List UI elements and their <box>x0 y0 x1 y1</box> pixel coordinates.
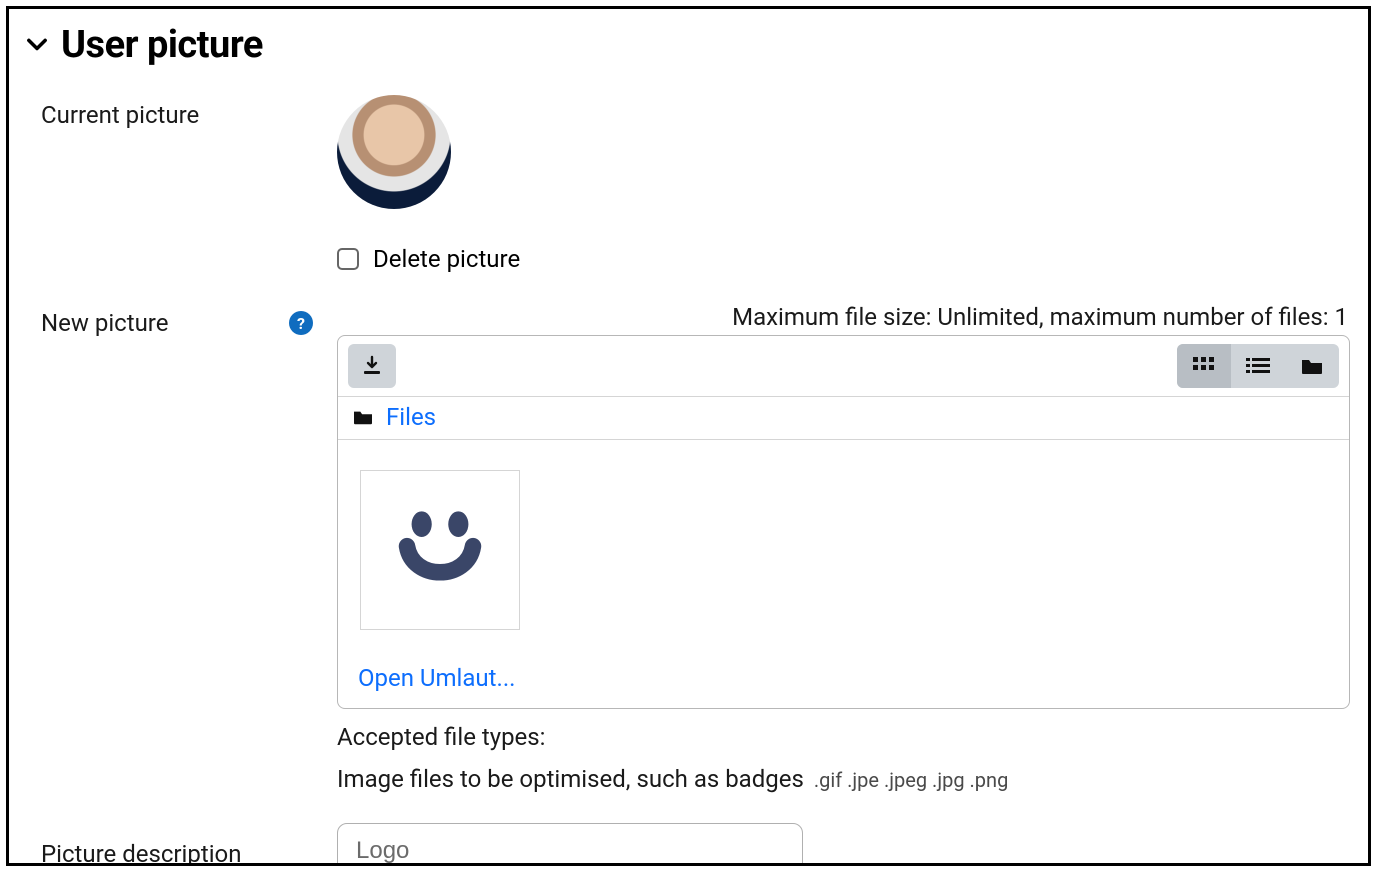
picture-description-content <box>337 823 1350 866</box>
file-picker-toolbar <box>338 336 1349 397</box>
download-icon <box>360 354 384 378</box>
label-new-picture-text: New picture <box>41 309 168 337</box>
file-tile[interactable] <box>360 470 520 630</box>
accepted-types-text: Image files to be optimised, such as bad… <box>337 765 804 793</box>
new-picture-content: Maximum file size: Unlimited, maximum nu… <box>337 303 1350 793</box>
section-header[interactable]: User picture <box>23 23 1350 67</box>
row-current-picture: Current picture Delete picture <box>27 95 1350 273</box>
accepted-types-label: Accepted file types: <box>337 723 1350 751</box>
delete-picture-checkbox[interactable] <box>337 248 359 270</box>
folder-icon <box>1300 356 1324 376</box>
folder-icon <box>352 408 374 426</box>
file-thumbnail-icon <box>385 493 495 607</box>
label-current-picture: Current picture <box>41 95 337 129</box>
grid-icon <box>1192 356 1216 376</box>
help-icon[interactable]: ? <box>289 311 313 335</box>
accepted-types-ext: .gif .jpe .jpeg .jpg .png <box>814 768 1008 792</box>
user-picture-panel: User picture Current picture Delete pict… <box>6 6 1371 866</box>
delete-picture-label: Delete picture <box>373 245 520 273</box>
chevron-down-icon <box>23 31 51 59</box>
delete-picture-row: Delete picture <box>337 245 1350 273</box>
file-picker-body: Open Umlaut... <box>338 439 1349 708</box>
current-picture-content: Delete picture <box>337 95 1350 273</box>
add-file-button[interactable] <box>348 344 396 388</box>
row-new-picture: New picture ? Maximum file size: Unlimit… <box>27 303 1350 793</box>
label-picture-description: Picture description <box>41 834 337 866</box>
file-limit-text: Maximum file size: Unlimited, maximum nu… <box>337 303 1350 331</box>
file-name-link[interactable]: Open Umlaut... <box>358 664 1335 692</box>
view-toggle-group <box>1177 344 1339 388</box>
view-tree-button[interactable] <box>1285 344 1339 388</box>
view-grid-button[interactable] <box>1177 344 1231 388</box>
label-new-picture: New picture ? <box>41 303 337 337</box>
view-list-button[interactable] <box>1231 344 1285 388</box>
list-icon <box>1245 356 1271 376</box>
file-picker: Files Open Umlaut... <box>337 335 1350 709</box>
accepted-types-detail: Image files to be optimised, such as bad… <box>337 765 1350 793</box>
row-picture-description: Picture description <box>27 823 1350 866</box>
section-title: User picture <box>61 23 263 67</box>
avatar <box>337 95 451 209</box>
path-root-link[interactable]: Files <box>386 403 436 431</box>
picture-description-input[interactable] <box>337 823 803 866</box>
file-picker-path: Files <box>338 397 1349 439</box>
